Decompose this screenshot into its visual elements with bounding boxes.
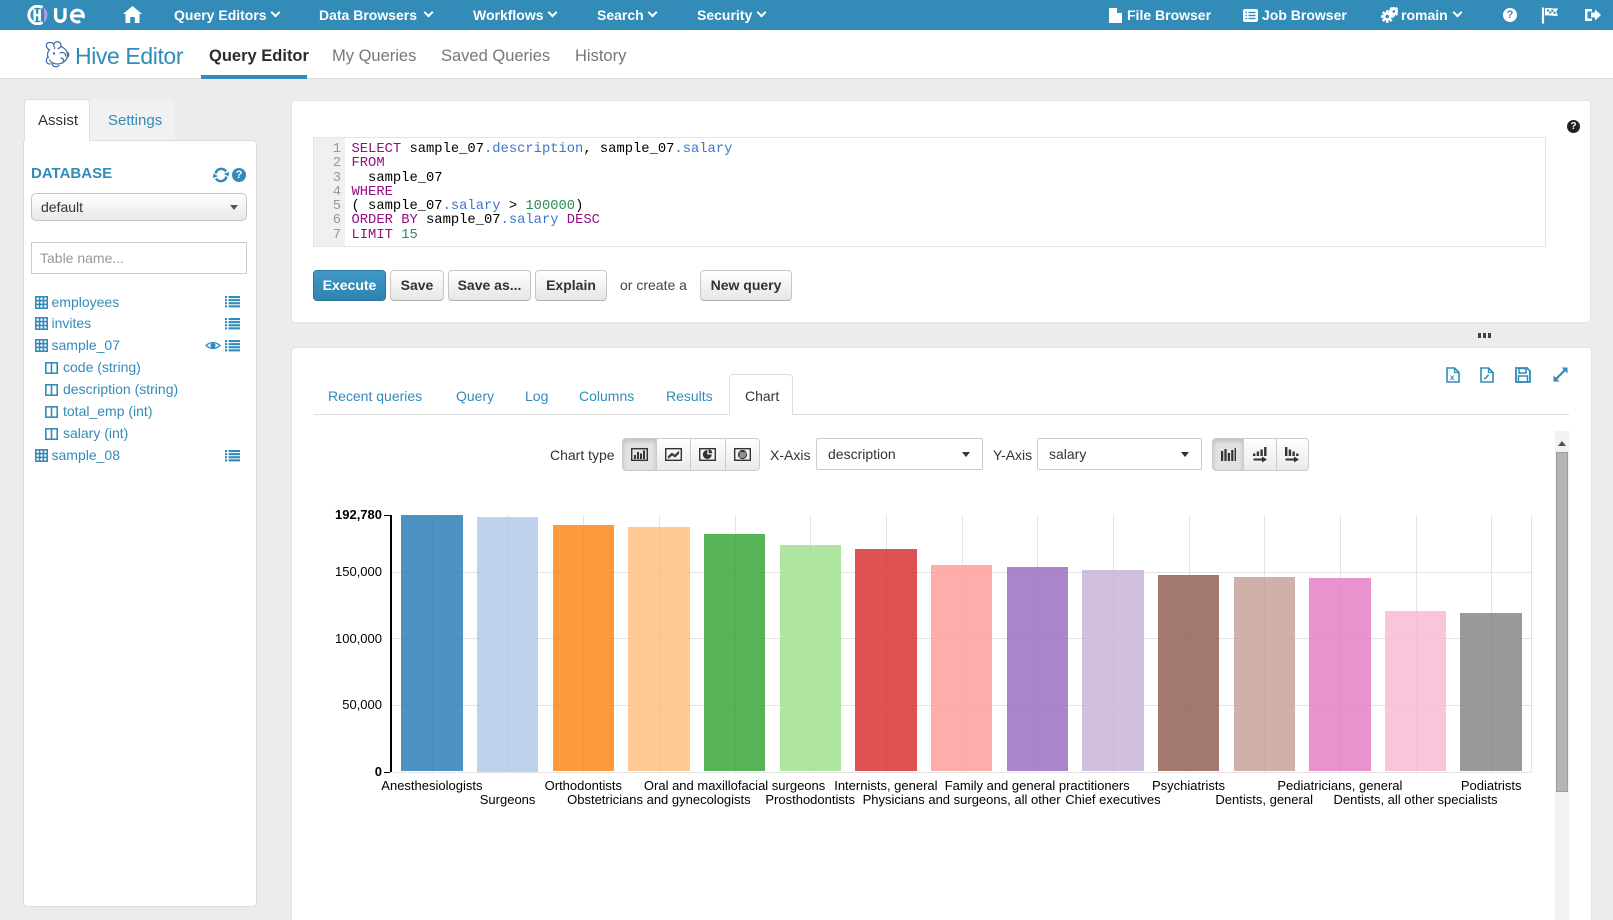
- svg-text:x: x: [1450, 373, 1455, 382]
